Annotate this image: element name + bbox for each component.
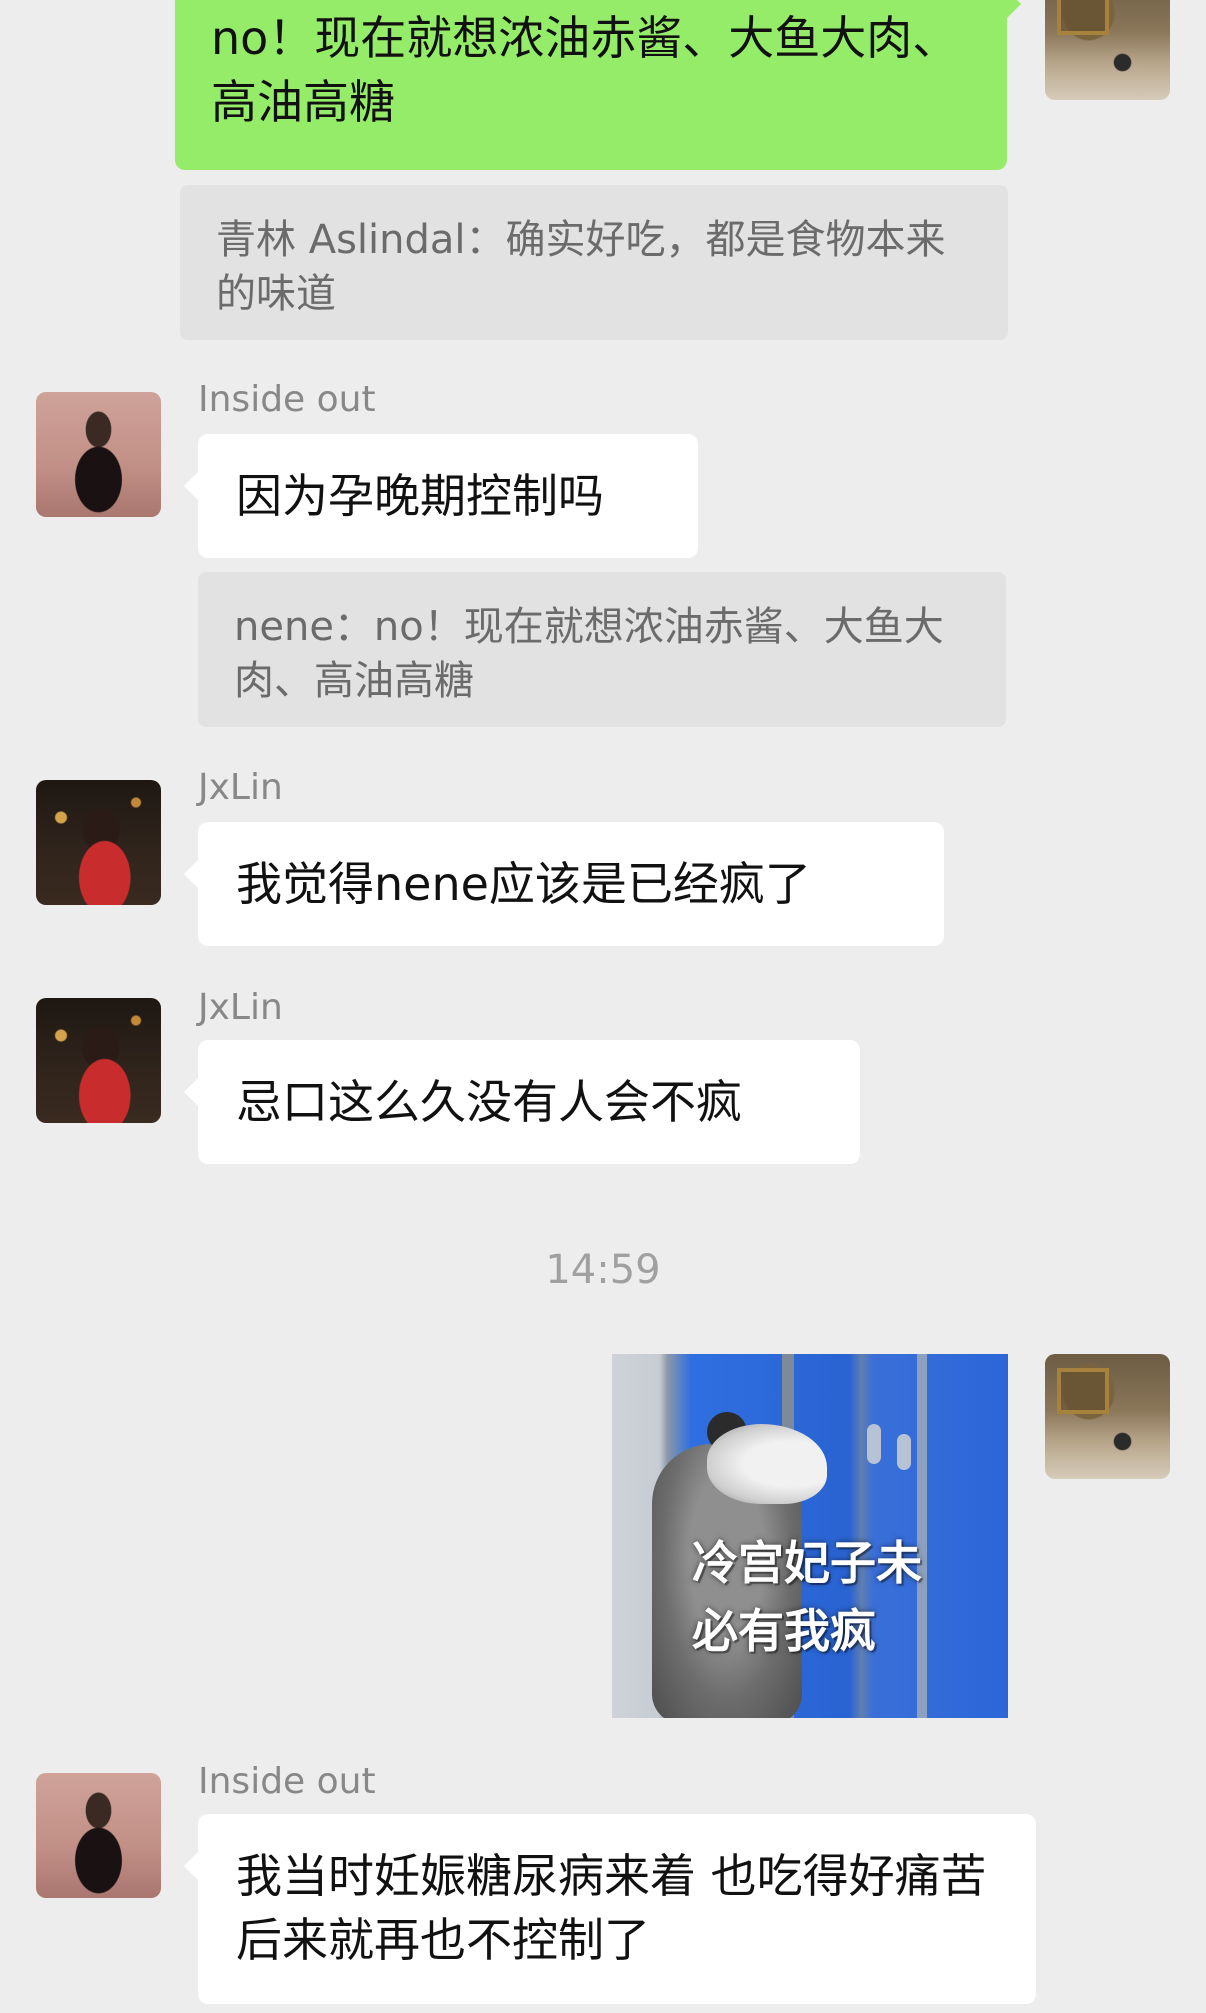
avatar-insideout[interactable] bbox=[36, 392, 161, 517]
message-bubble[interactable]: 因为孕晚期控制吗 bbox=[184, 434, 698, 558]
avatar-insideout[interactable] bbox=[36, 1773, 161, 1898]
message-bubble[interactable]: 忌口这么久没有人会不疯 bbox=[184, 1040, 860, 1164]
message-text: 忌口这么久没有人会不疯 bbox=[236, 1075, 742, 1129]
sender-name: Inside out bbox=[198, 379, 376, 420]
sticker-image[interactable]: 冷宫妃子未必有我疯 bbox=[612, 1354, 1008, 1718]
quoted-text: 青林 Aslindal：确实好吃，都是食物本来的味道 bbox=[216, 217, 946, 317]
avatar-jxlin[interactable] bbox=[36, 780, 161, 905]
message-text: 我觉得nene应该是已经疯了 bbox=[236, 857, 811, 911]
avatar-jxlin[interactable] bbox=[36, 998, 161, 1123]
message-bubble[interactable]: 我当时妊娠糖尿病来着 也吃得好痛苦 后来就再也不控制了 bbox=[184, 1814, 1036, 2004]
message-text: 我当时妊娠糖尿病来着 也吃得好痛苦 后来就再也不控制了 bbox=[236, 1849, 987, 1967]
quoted-message[interactable]: 青林 Aslindal：确实好吃，都是食物本来的味道 bbox=[180, 185, 1008, 340]
quoted-message[interactable]: nene：no！现在就想浓油赤酱、大鱼大肉、高油高糖 bbox=[198, 572, 1006, 727]
timestamp: 14:59 bbox=[545, 1247, 661, 1293]
avatar-me[interactable] bbox=[1045, 1354, 1170, 1479]
quoted-text: nene：no！现在就想浓油赤酱、大鱼大肉、高油高糖 bbox=[234, 604, 944, 704]
sticker-caption: 冷宫妃子未必有我疯 bbox=[692, 1536, 922, 1658]
message-bubble-self[interactable]: no！现在就想浓油赤酱、大鱼大肉、高油高糖 bbox=[175, 0, 1021, 170]
avatar-me[interactable] bbox=[1045, 0, 1170, 100]
window-handle bbox=[867, 1424, 881, 1464]
opossum-head bbox=[707, 1424, 827, 1504]
window-handle bbox=[897, 1434, 911, 1470]
message-text: no！现在就想浓油赤酱、大鱼大肉、高油高糖 bbox=[211, 11, 959, 129]
sender-name: Inside out bbox=[198, 1761, 376, 1802]
message-bubble[interactable]: 我觉得nene应该是已经疯了 bbox=[184, 822, 944, 946]
message-text: 因为孕晚期控制吗 bbox=[236, 469, 604, 523]
sender-name: JxLin bbox=[198, 767, 283, 808]
sender-name: JxLin bbox=[198, 987, 283, 1028]
